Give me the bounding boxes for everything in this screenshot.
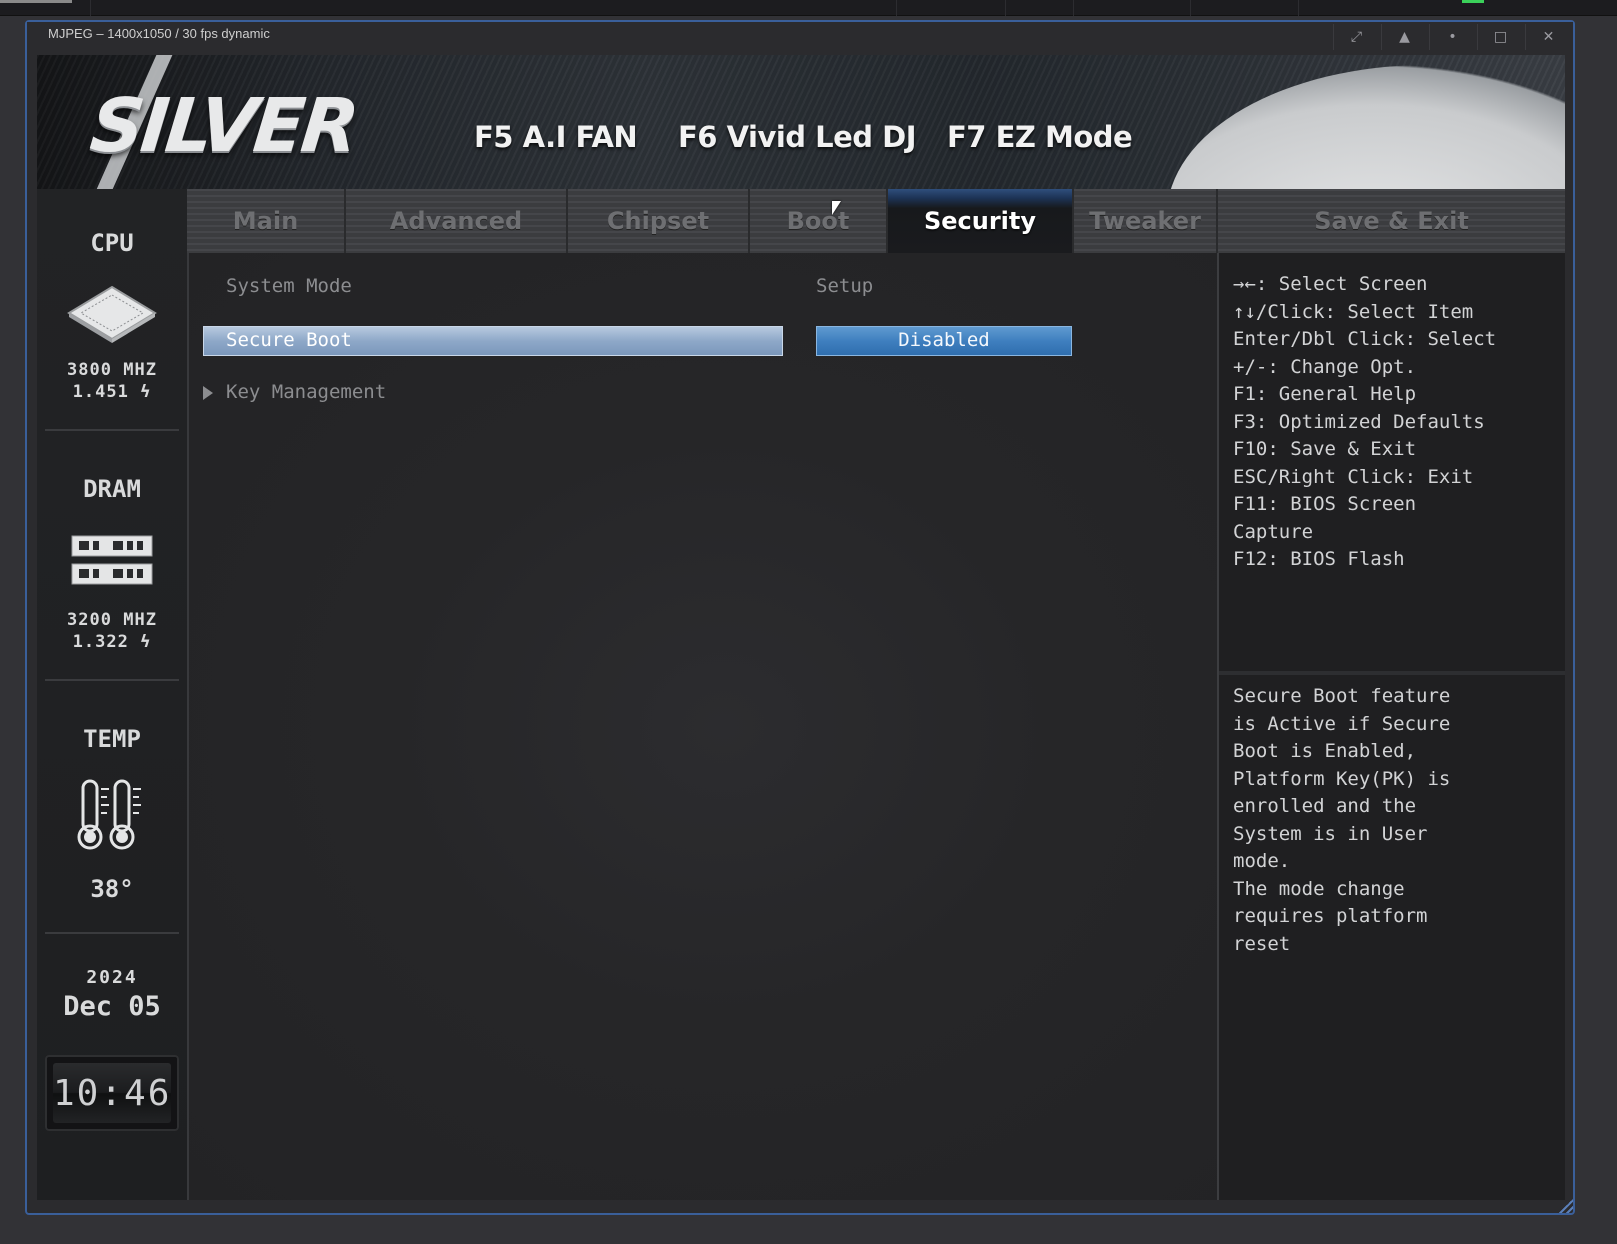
pin-icon[interactable]: ▲ [1381,24,1427,50]
key-help-text: →←: Select Screen ↑↓/Click: Select Item … [1233,273,1497,570]
security-settings-panel: System Mode Setup Secure Boot Disabled K… [187,201,1217,1200]
host-bar-divider [1005,0,1006,16]
fullscreen-icon[interactable]: ⤢ [1333,24,1379,50]
tab-bar: Main Advanced Chipset Boot Security Twea… [187,189,1565,253]
cpu-label: CPU [90,229,134,257]
f5-ai-fan-button[interactable]: F5 A.I FAN [474,120,638,154]
clock-face: 10:46 [53,1063,171,1123]
secure-boot-value-text: Disabled [898,329,990,351]
dram-icon [71,535,153,585]
temp-label: TEMP [83,725,141,753]
status-divider [45,932,179,934]
tab-chipset[interactable]: Chipset [568,189,750,253]
tab-boot[interactable]: Boot [750,189,888,253]
close-icon[interactable]: ✕ [1525,24,1571,50]
host-bar-divider [1298,0,1299,16]
help-panel: →←: Select Screen ↑↓/Click: Select Item … [1217,253,1565,1200]
tab-security[interactable]: Security [888,189,1074,253]
cpu-icon [67,285,157,343]
status-panel: CPU 3800 MHZ 1.451 ϟ DRAM 3200 MHZ 1.322… [37,189,187,1200]
host-status-indicator [1462,0,1484,3]
date-year: 2024 [86,967,138,988]
key-management-item[interactable]: Key Management [226,381,386,403]
dram-label: DRAM [83,475,141,503]
secure-boot-label: Secure Boot [226,329,352,351]
bios-header: SILVER F5 A.I FAN F6 Vivid Led DJ F7 EZ … [37,55,1565,189]
host-bar-divider [1190,0,1191,16]
status-divider [45,429,179,431]
system-mode-value: Setup [816,275,874,297]
clock-time: 10:46 [53,1073,172,1114]
maximize-icon[interactable]: □ [1477,24,1523,50]
f6-vivid-led-dj-button[interactable]: F6 Vivid Led DJ [678,120,917,154]
tab-advanced[interactable]: Advanced [346,189,568,253]
host-bar-divider [90,0,91,16]
cpu-frequency: 3800 MHZ [67,360,157,380]
cpu-voltage: 1.451 ϟ [72,382,152,402]
item-description: Secure Boot feature is Active if Secure … [1233,685,1451,955]
host-bar-divider [1073,0,1074,16]
viewer-titlebar[interactable]: MJPEG – 1400x1050 / 30 fps dynamic ⤢ ▲ •… [27,22,1573,54]
thermometer-icon [77,779,141,850]
f7-ez-mode-button[interactable]: F7 EZ Mode [947,120,1133,154]
tab-save-exit[interactable]: Save & Exit [1218,189,1565,253]
minimize-icon[interactable]: • [1429,24,1475,50]
tab-tweaker[interactable]: Tweaker [1074,189,1218,253]
mjpeg-viewer-window: MJPEG – 1400x1050 / 30 fps dynamic ⤢ ▲ •… [25,20,1575,1215]
mouse-cursor-icon [832,201,841,215]
submenu-arrow-icon [203,386,213,400]
tab-main[interactable]: Main [187,189,346,253]
help-divider [1219,671,1565,675]
system-mode-label: System Mode [226,275,352,297]
date-day: Dec 05 [63,991,161,1022]
temp-value: 38° [90,875,134,903]
viewer-title: MJPEG – 1400x1050 / 30 fps dynamic [48,26,270,41]
host-bar-divider [896,0,897,16]
host-tab-indicator [0,0,72,3]
clock: 10:46 [45,1055,179,1131]
secure-boot-row[interactable]: Secure Boot [203,326,783,356]
silver-logo: SILVER [86,83,361,169]
dram-voltage: 1.322 ϟ [72,632,152,652]
secure-boot-value[interactable]: Disabled [816,326,1072,356]
status-divider [45,679,179,681]
host-taskbar [0,0,1617,16]
resize-grip[interactable] [1559,1199,1573,1213]
dram-frequency: 3200 MHZ [67,610,157,630]
bios-screen: SILVER F5 A.I FAN F6 Vivid Led DJ F7 EZ … [37,55,1565,1200]
